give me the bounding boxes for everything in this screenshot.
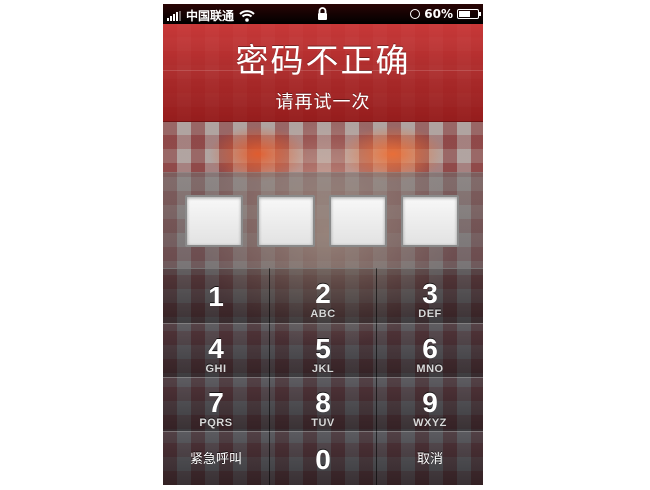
key-digit: 0 (315, 444, 331, 475)
emergency-call-button[interactable]: 紧急呼叫 (163, 431, 270, 485)
key-letters: TUV (311, 417, 335, 429)
page-title: 密码不正确 (235, 41, 411, 80)
key-2[interactable]: 2 ABC (270, 268, 377, 323)
key-5[interactable]: 5 JKL (270, 323, 377, 377)
key-digit: 9 (422, 387, 438, 418)
key-digit: 6 (422, 333, 438, 364)
numeric-keypad: 1 2 ABC 3 DEF 4 GHI 5 JKL 6 MNO 7 PQRS 8 (163, 268, 483, 485)
key-digit: 1 (208, 281, 224, 312)
emergency-call-label: 紧急呼叫 (189, 452, 242, 467)
key-letters: MNO (416, 363, 444, 375)
battery-percentage: 60% (424, 7, 453, 21)
passcode-box-3 (329, 195, 387, 247)
key-letters: ABC (310, 308, 336, 320)
key-digit: 4 (208, 333, 224, 364)
passcode-entry (163, 172, 483, 269)
key-1[interactable]: 1 (163, 268, 270, 323)
passcode-box-4 (401, 195, 459, 247)
key-digit: 5 (315, 333, 331, 364)
key-digit: 8 (315, 387, 331, 418)
signal-strength-icon (167, 10, 181, 21)
key-letters: WXYZ (413, 417, 447, 429)
key-3[interactable]: 3 DEF (377, 268, 483, 323)
passcode-box-1 (185, 195, 243, 247)
key-digit: 3 (422, 278, 438, 309)
key-8[interactable]: 8 TUV (270, 377, 377, 431)
phone-screen: 中国联通 60% 密码不正确 请再试一次 1 2 ABC 3 DEF 4 GHI… (163, 4, 483, 485)
key-0[interactable]: 0 (270, 431, 377, 485)
carrier-name: 中国联通 (186, 9, 235, 23)
key-4[interactable]: 4 GHI (163, 323, 270, 377)
cancel-button[interactable]: 取消 (377, 431, 483, 485)
lock-header: 密码不正确 请再试一次 (163, 24, 483, 122)
alarm-clock-icon (410, 9, 421, 19)
key-letters: PQRS (199, 417, 233, 429)
cancel-label: 取消 (416, 452, 443, 467)
battery-icon (457, 9, 481, 19)
key-6[interactable]: 6 MNO (377, 323, 483, 377)
key-digit: 2 (315, 278, 331, 309)
page-subtitle: 请再试一次 (275, 92, 371, 113)
key-7[interactable]: 7 PQRS (163, 377, 270, 431)
battery-fill (459, 11, 470, 17)
key-letters: GHI (205, 363, 227, 375)
wifi-icon (239, 9, 255, 22)
key-letters: DEF (418, 308, 442, 320)
lock-icon (318, 7, 327, 20)
passcode-box-2 (257, 195, 315, 247)
key-letters: JKL (311, 363, 335, 375)
status-bar: 中国联通 60% (163, 4, 483, 24)
key-digit: 7 (208, 387, 224, 418)
key-9[interactable]: 9 WXYZ (377, 377, 483, 431)
